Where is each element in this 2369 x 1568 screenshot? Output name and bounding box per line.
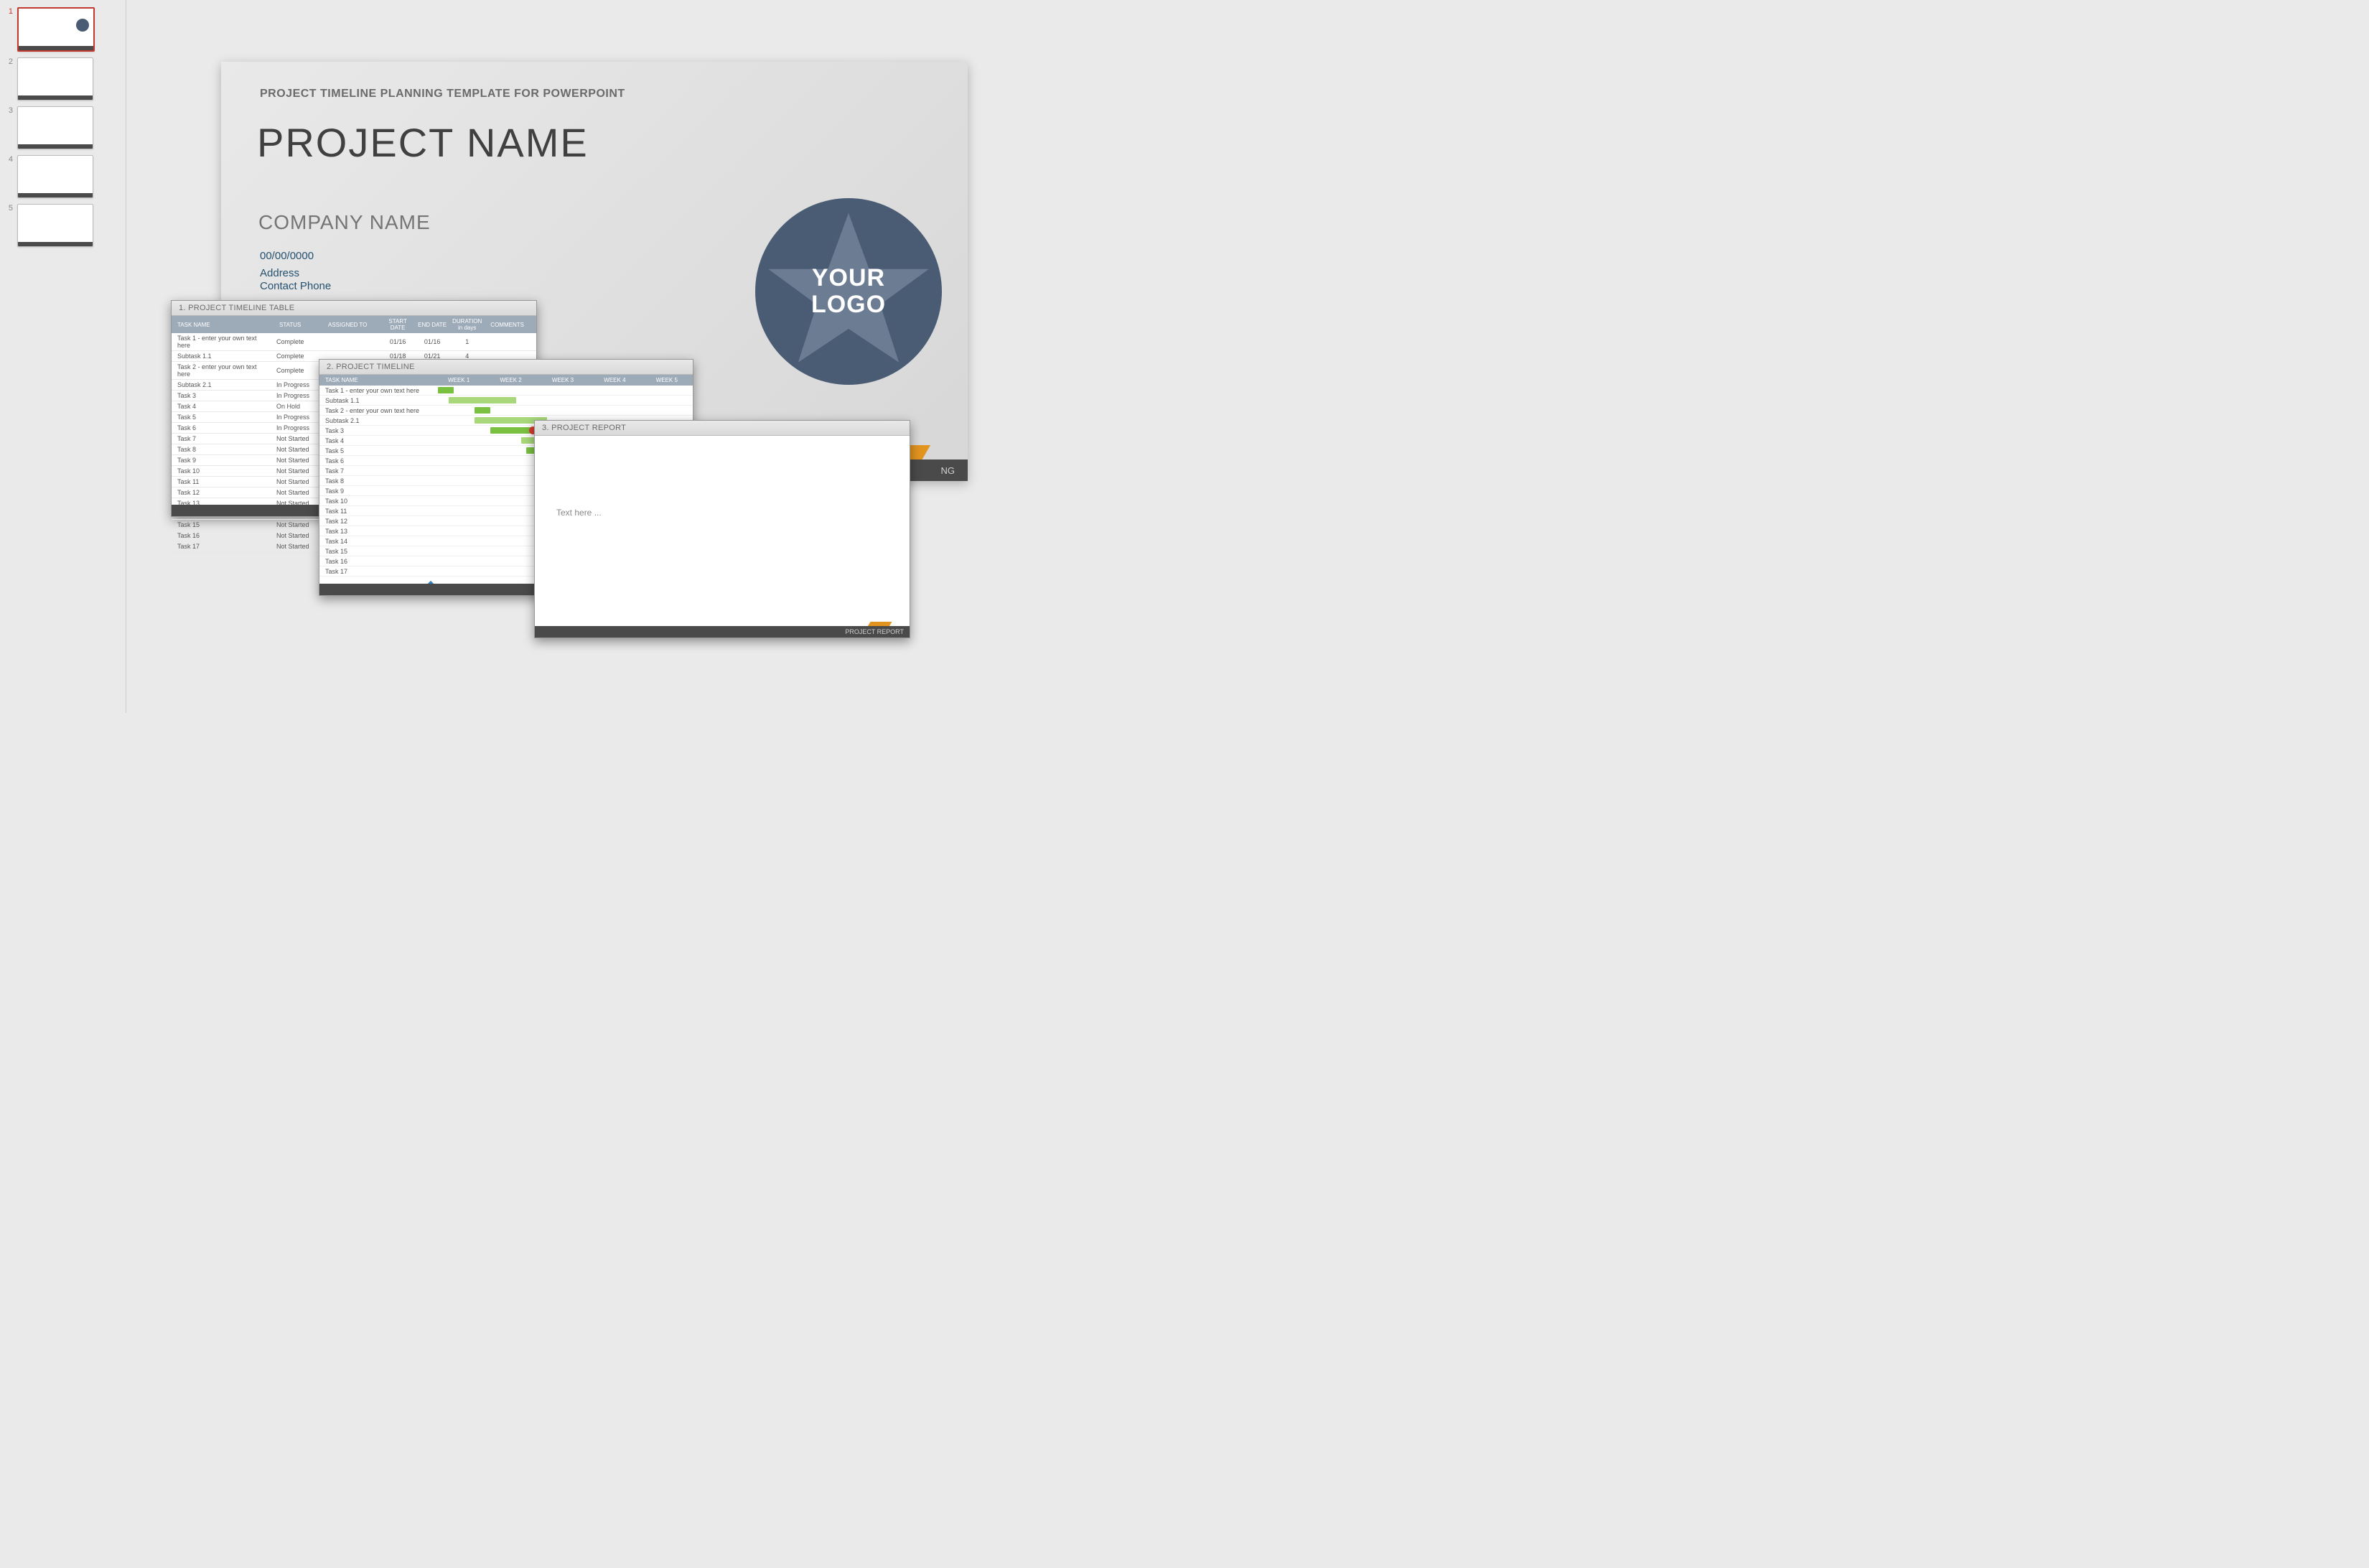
- slide-thumbnail-panel: 1 2 3 4 5: [0, 0, 126, 713]
- card1-title: 1. PROJECT TIMELINE TABLE: [172, 301, 536, 316]
- template-header: PROJECT TIMELINE PLANNING TEMPLATE FOR P…: [260, 88, 625, 101]
- slide-thumb-3[interactable]: [17, 106, 93, 149]
- thumb-num-3: 3: [4, 106, 13, 115]
- thumb-num-1: 1: [4, 7, 13, 16]
- contact-placeholder: Contact Phone: [260, 280, 331, 292]
- slide-thumb-4[interactable]: [17, 155, 93, 198]
- thumb-num-4: 4: [4, 155, 13, 164]
- gantt-row: Subtask 1.1: [319, 396, 693, 406]
- gantt-row: Task 1 - enter your own text here: [319, 386, 693, 396]
- thumb-num-5: 5: [4, 204, 13, 213]
- project-name: PROJECT NAME: [257, 119, 589, 166]
- card2-title: 2. PROJECT TIMELINE: [319, 360, 693, 375]
- table-row: Task 1 - enter your own text hereComplet…: [172, 333, 536, 351]
- thumb-num-2: 2: [4, 57, 13, 66]
- gantt-header: TASK NAMEWEEK 1WEEK 2WEEK 3WEEK 4WEEK 5: [319, 375, 693, 386]
- report-body-placeholder: Text here ...: [535, 436, 910, 589]
- date-placeholder: 00/00/0000: [260, 250, 314, 262]
- logo-placeholder: YOURLOGO: [755, 198, 942, 385]
- report-card[interactable]: 3. PROJECT REPORT Text here ... PROJECT …: [534, 420, 910, 638]
- address-placeholder: Address: [260, 267, 299, 279]
- slide-thumb-5[interactable]: [17, 204, 93, 247]
- company-name: COMPANY NAME: [258, 211, 431, 234]
- slide-thumb-2[interactable]: [17, 57, 93, 101]
- card3-title: 3. PROJECT REPORT: [535, 421, 910, 436]
- gantt-row: Task 2 - enter your own text here: [319, 406, 693, 416]
- slide-thumb-1[interactable]: [17, 7, 95, 52]
- card3-footer: PROJECT REPORT: [535, 626, 910, 638]
